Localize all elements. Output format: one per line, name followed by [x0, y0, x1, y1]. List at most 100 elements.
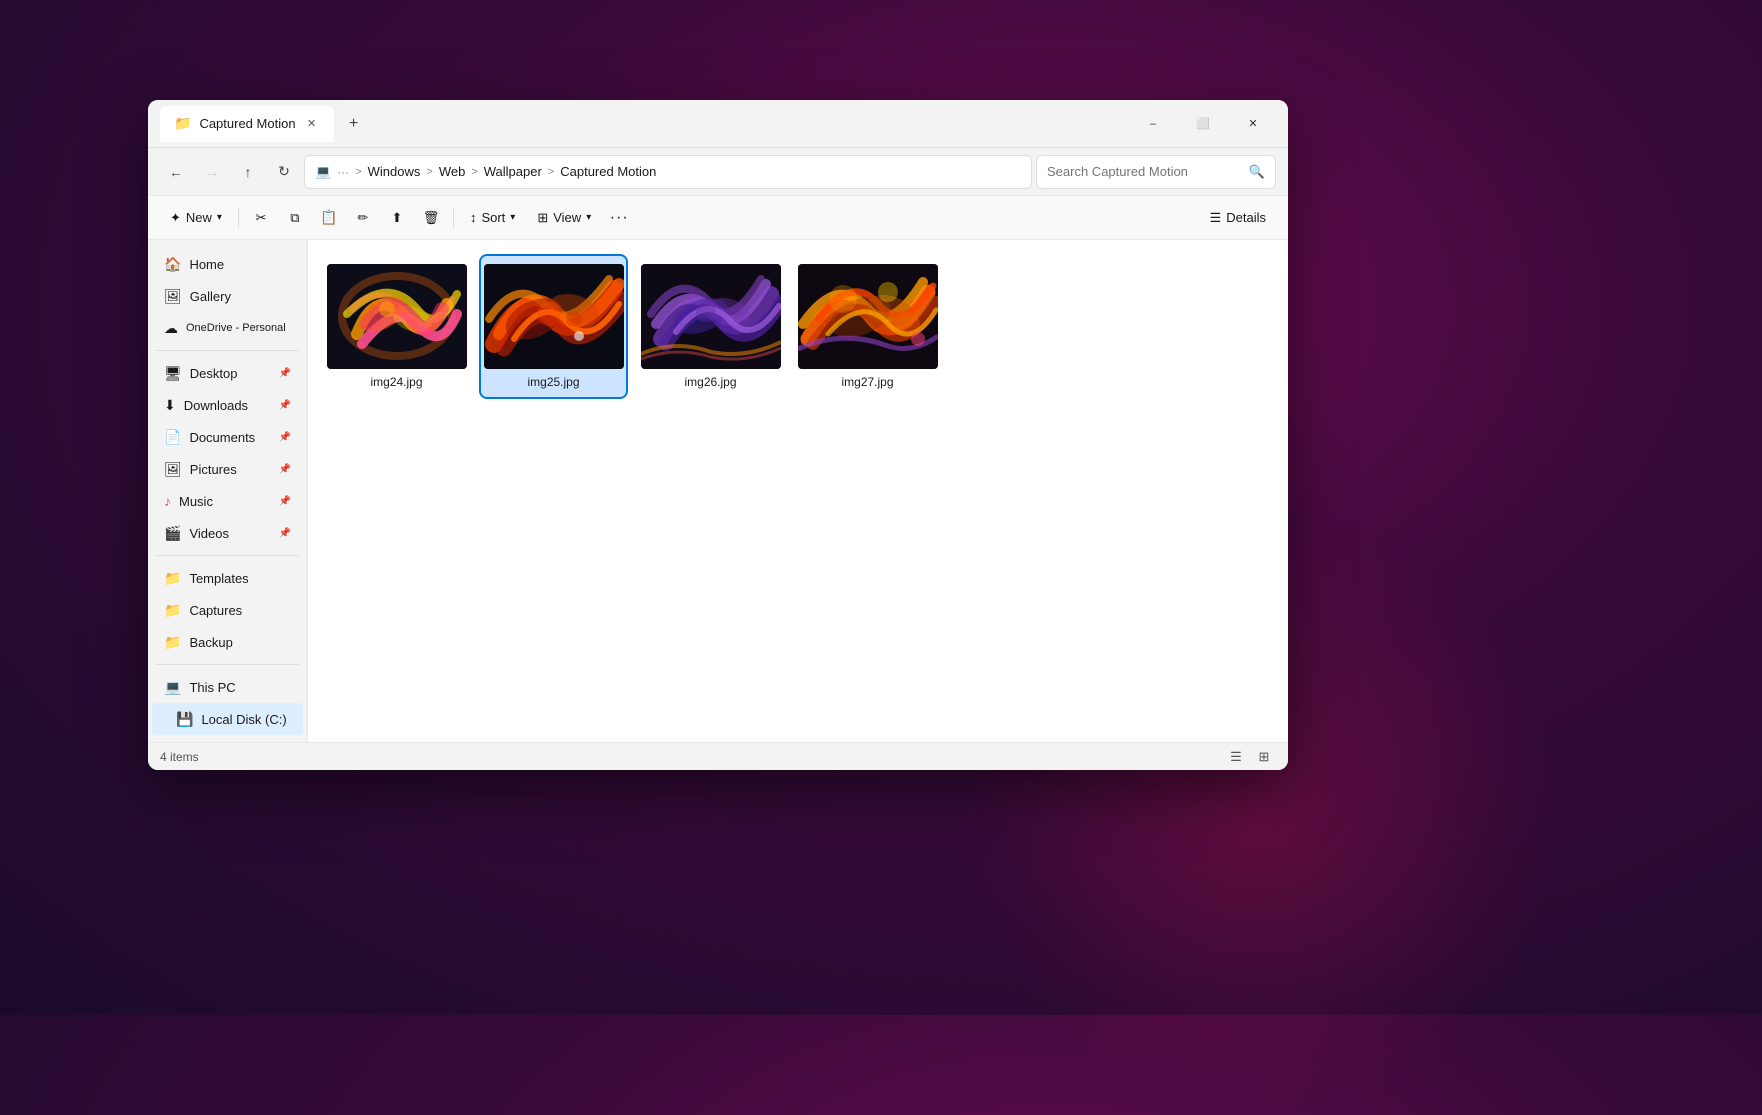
sidebar-divider1: [156, 350, 299, 351]
onedrive-icon: ☁: [164, 320, 178, 337]
grid-view-button[interactable]: ⊞: [1252, 745, 1276, 769]
view-icon: ⊞: [537, 210, 548, 226]
file-thumbnail-img25: [484, 264, 624, 369]
up-button[interactable]: ↑: [232, 156, 264, 188]
file-item-img27[interactable]: img27.jpg: [795, 256, 940, 397]
more-icon: ···: [610, 209, 629, 227]
details-button[interactable]: ☰ Details: [1200, 202, 1276, 234]
address-bar[interactable]: 💻 ··· > Windows > Web > Wallpaper > Capt…: [304, 155, 1032, 189]
rename-icon: ✏: [358, 210, 369, 226]
breadcrumb-sep4: >: [548, 166, 554, 178]
sidebar-item-downloads[interactable]: ⬇ Downloads 📌: [152, 389, 303, 421]
music-pin-icon: 📌: [279, 496, 291, 507]
sidebar-item-pictures[interactable]: 🖼 Pictures 📌: [152, 453, 303, 485]
file-name-img26: img26.jpg: [684, 375, 736, 389]
file-item-img24[interactable]: img24.jpg: [324, 256, 469, 397]
search-icon: 🔍: [1249, 164, 1265, 180]
sidebar-item-backup[interactable]: 📁 Backup: [152, 626, 303, 658]
file-name-img25: img25.jpg: [527, 375, 579, 389]
new-button[interactable]: ✦ New ▾: [160, 202, 232, 234]
status-bar: 4 items ☰ ⊞: [148, 742, 1288, 770]
pictures-icon: 🖼: [164, 461, 182, 478]
sidebar-gallery-label: Gallery: [190, 289, 231, 304]
maximize-button[interactable]: ⬜: [1180, 108, 1226, 140]
new-dropdown-icon: ▾: [217, 212, 222, 223]
tab-close-button[interactable]: ✕: [304, 116, 320, 132]
cut-button[interactable]: ✂: [245, 202, 277, 234]
downloads-icon: ⬇: [164, 397, 176, 414]
sidebar-item-documents[interactable]: 📄 Documents 📌: [152, 421, 303, 453]
search-bar[interactable]: 🔍: [1036, 155, 1276, 189]
toolbar: ✦ New ▾ ✂ ⧉ 📋 ✏ ⬆ 🗑 ↕ Sort ▾ ⊞: [148, 196, 1288, 240]
sidebar-desktop-label: Desktop: [190, 366, 238, 381]
copy-button[interactable]: ⧉: [279, 202, 311, 234]
sidebar-item-music[interactable]: ♪ Music 📌: [152, 485, 303, 517]
gallery-icon: 🖼: [164, 288, 182, 305]
file-item-img26[interactable]: img26.jpg: [638, 256, 783, 397]
address-breadcrumb-dots: ···: [337, 165, 349, 179]
sidebar-item-templates[interactable]: 📁 Templates: [152, 562, 303, 594]
delete-button[interactable]: 🗑: [415, 202, 447, 234]
file-name-img24: img24.jpg: [370, 375, 422, 389]
explorer-window: 📁 Captured Motion ✕ + – ⬜ ✕ ← → ↑ ↻ 💻 ··…: [148, 100, 1288, 770]
share-button[interactable]: ⬆: [381, 202, 413, 234]
sidebar-item-home[interactable]: 🏠 Home: [152, 248, 303, 280]
sidebar-item-this-pc[interactable]: 💻 This PC: [152, 671, 303, 703]
sidebar-item-gallery[interactable]: 🖼 Gallery: [152, 280, 303, 312]
templates-folder-icon: 📁: [164, 570, 181, 587]
view-toggle-group: ☰ ⊞: [1224, 745, 1276, 769]
breadcrumb-windows[interactable]: Windows: [368, 164, 421, 179]
sidebar-pictures-label: Pictures: [190, 462, 237, 477]
sidebar-item-onedrive[interactable]: ☁ OneDrive - Personal: [152, 312, 303, 344]
breadcrumb-web[interactable]: Web: [439, 164, 466, 179]
desktop-icon: 🖥: [164, 365, 182, 382]
sidebar-documents-label: Documents: [189, 430, 255, 445]
computer-icon: 💻: [315, 164, 331, 180]
sidebar-downloads-label: Downloads: [184, 398, 248, 413]
sidebar-onedrive-label: OneDrive - Personal: [186, 322, 286, 334]
backup-folder-icon: 📁: [164, 634, 181, 651]
sidebar: 🏠 Home 🖼 Gallery ☁ OneDrive - Personal 🖥…: [148, 240, 308, 742]
item-count: 4 items: [160, 750, 199, 764]
sidebar-item-stuff-d[interactable]: 💾 Stuff (D:): [152, 735, 303, 742]
breadcrumb-sep2: >: [426, 166, 432, 178]
refresh-button[interactable]: ↻: [268, 156, 300, 188]
this-pc-icon: 💻: [164, 679, 181, 696]
details-label: Details: [1226, 210, 1266, 225]
copy-icon: ⧉: [290, 210, 299, 226]
list-view-button[interactable]: ☰: [1224, 745, 1248, 769]
file-name-img27: img27.jpg: [841, 375, 893, 389]
title-bar: 📁 Captured Motion ✕ + – ⬜ ✕: [148, 100, 1288, 148]
rename-button[interactable]: ✏: [347, 202, 379, 234]
videos-icon: 🎬: [164, 525, 181, 542]
back-button[interactable]: ←: [160, 156, 192, 188]
sidebar-item-desktop[interactable]: 🖥 Desktop 📌: [152, 357, 303, 389]
sidebar-videos-label: Videos: [189, 526, 229, 541]
breadcrumb-current[interactable]: Captured Motion: [560, 164, 656, 179]
view-dropdown-icon: ▾: [586, 212, 591, 223]
minimize-button[interactable]: –: [1130, 108, 1176, 140]
search-input[interactable]: [1047, 164, 1243, 179]
share-icon: ⬆: [392, 210, 403, 226]
sidebar-item-videos[interactable]: 🎬 Videos 📌: [152, 517, 303, 549]
new-tab-button[interactable]: +: [338, 108, 370, 140]
sort-label: Sort: [481, 210, 505, 225]
breadcrumb-wallpaper[interactable]: Wallpaper: [484, 164, 542, 179]
view-button[interactable]: ⊞ View ▾: [527, 202, 601, 234]
sidebar-backup-label: Backup: [189, 635, 232, 650]
sort-dropdown-icon: ▾: [510, 212, 515, 223]
breadcrumb-sep: >: [355, 166, 361, 178]
downloads-pin-icon: 📌: [279, 400, 291, 411]
sidebar-item-captures[interactable]: 📁 Captures: [152, 594, 303, 626]
paste-button[interactable]: 📋: [313, 202, 345, 234]
view-label: View: [553, 210, 581, 225]
toolbar-sep1: [238, 208, 239, 228]
file-grid: img24.jpg: [308, 240, 1288, 742]
sidebar-item-local-disk-c[interactable]: 💾 Local Disk (C:): [152, 703, 303, 735]
more-button[interactable]: ···: [603, 202, 635, 234]
active-tab[interactable]: 📁 Captured Motion ✕: [160, 106, 334, 142]
sort-button[interactable]: ↕ Sort ▾: [460, 202, 525, 234]
forward-button[interactable]: →: [196, 156, 228, 188]
close-button[interactable]: ✕: [1230, 108, 1276, 140]
file-item-img25[interactable]: img25.jpg: [481, 256, 626, 397]
